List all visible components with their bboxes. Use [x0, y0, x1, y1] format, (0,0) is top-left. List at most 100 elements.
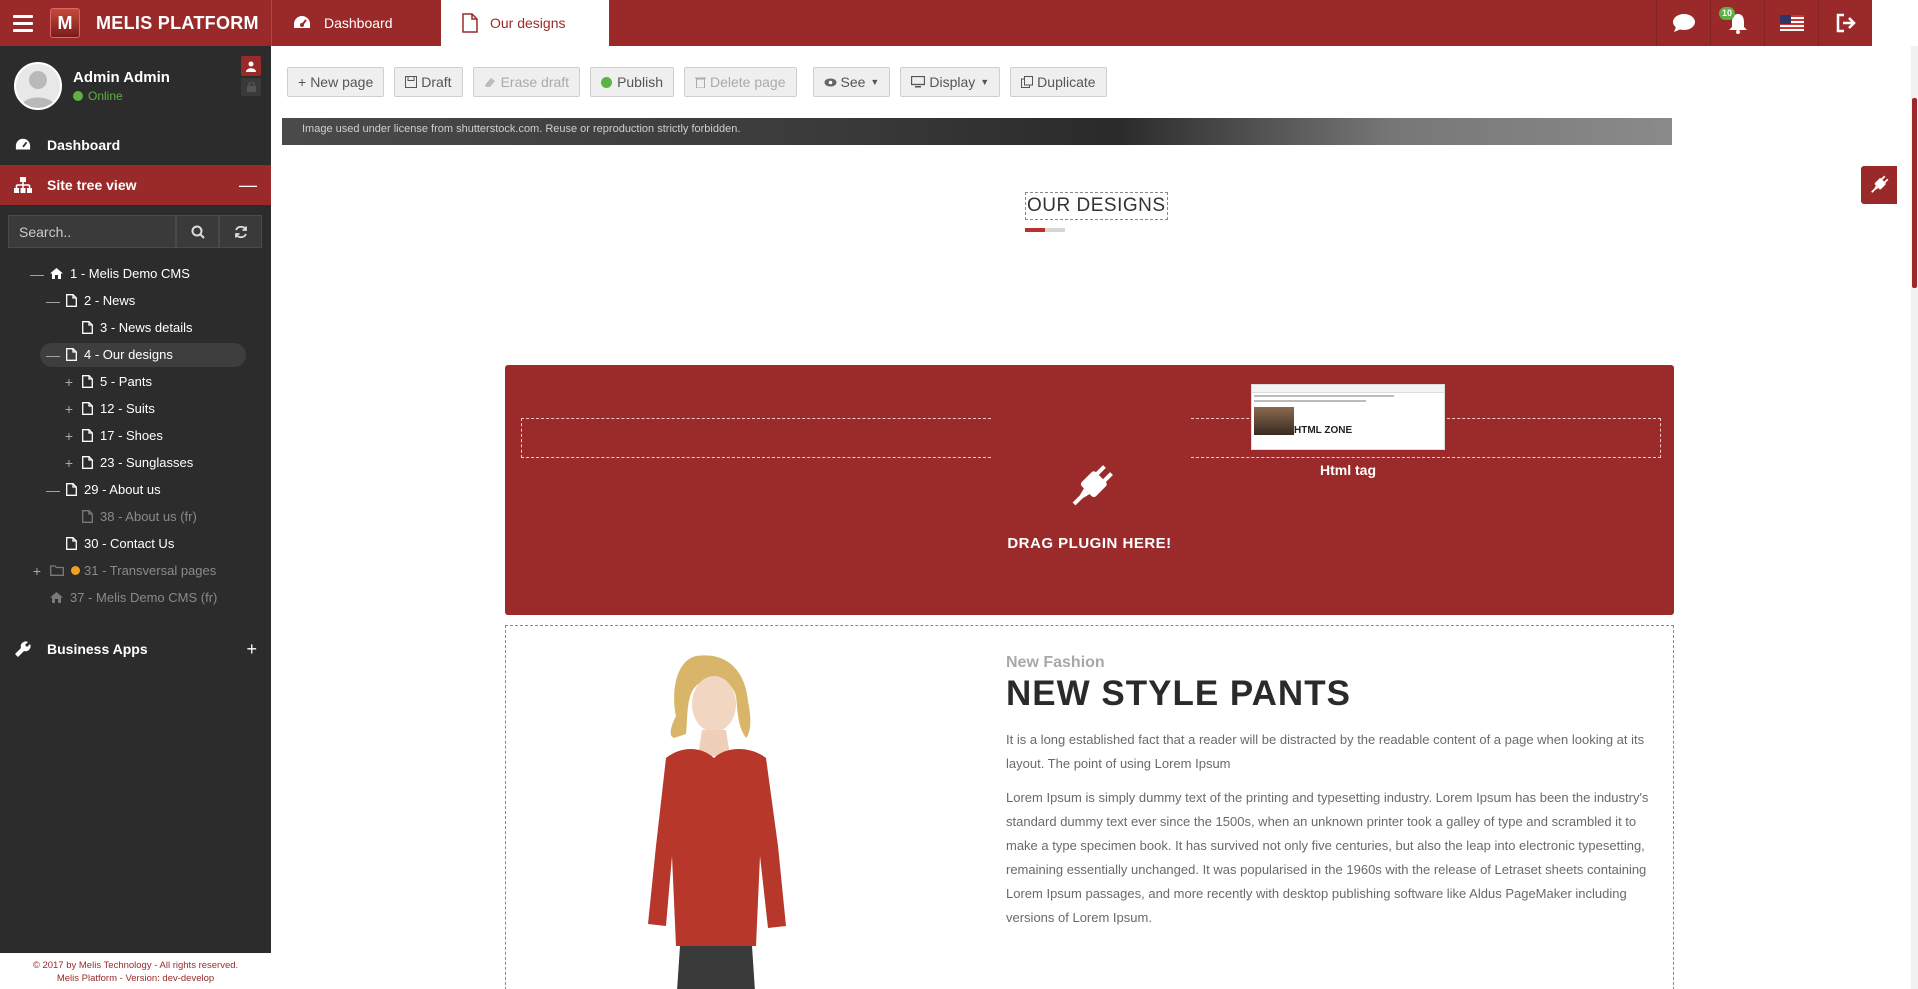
tree-search-input[interactable] — [8, 215, 176, 248]
publish-button[interactable]: Publish — [590, 67, 674, 97]
tree-node[interactable]: +23 - Sunglasses — [0, 449, 271, 476]
page-preview: Image used under license from shuttersto… — [282, 118, 1912, 989]
section-heading[interactable]: OUR DESIGNS — [1025, 192, 1168, 220]
expand-toggle[interactable]: + — [62, 401, 76, 417]
page-icon — [82, 510, 93, 523]
status-dot — [71, 566, 80, 575]
tree-node[interactable]: 37 - Melis Demo CMS (fr) — [0, 584, 271, 611]
html-zone-plugin-thumbnail[interactable]: HTML ZONE — [1251, 384, 1445, 450]
collapse-toggle[interactable]: — — [46, 293, 60, 309]
tree-node-content: 29 - About us — [66, 482, 161, 497]
tree-node-content: 38 - About us (fr) — [82, 509, 197, 524]
erase-draft-label: Erase draft — [500, 74, 570, 90]
tree-node[interactable]: 38 - About us (fr) — [0, 503, 271, 530]
tab-our-designs[interactable]: Our designs — [441, 0, 609, 46]
site-tree: — 1 - Melis Demo CMS — 2 - News 3 - News det… — [0, 260, 271, 611]
language-button[interactable] — [1764, 0, 1818, 46]
hero-credit-text: Image used under license from shuttersto… — [302, 123, 741, 135]
html-tag-label: Html tag — [1320, 462, 1376, 478]
monitor-icon — [911, 76, 926, 88]
menu-toggle-button[interactable] — [0, 0, 46, 46]
delete-page-button[interactable]: Delete page — [683, 67, 797, 97]
home-icon — [50, 268, 63, 279]
new-page-button[interactable]: + New page — [287, 67, 385, 97]
refresh-button[interactable] — [219, 215, 262, 248]
tab-our-designs-label: Our designs — [490, 15, 566, 31]
save-icon — [405, 76, 418, 88]
tree-node[interactable]: +12 - Suits — [0, 395, 271, 422]
home-icon — [50, 592, 63, 603]
see-label: See — [840, 74, 866, 90]
dashboard-icon — [292, 14, 312, 32]
eraser-icon — [484, 76, 497, 88]
sidebar-item-dashboard[interactable]: Dashboard — [0, 125, 271, 165]
tab-dashboard[interactable]: Dashboard — [271, 0, 441, 46]
erase-draft-button[interactable]: Erase draft — [472, 67, 581, 97]
tree-node[interactable]: 3 - News details — [0, 314, 271, 341]
brand[interactable]: M MELIS PLATFORM — [46, 0, 271, 46]
sidebar-item-business-apps[interactable]: Business Apps + — [0, 629, 271, 669]
drop-zone-text: DRAG PLUGIN HERE! — [1007, 535, 1172, 552]
lock-button[interactable] — [241, 78, 261, 96]
caret-down-icon: ▼ — [870, 77, 880, 87]
chat-icon — [1672, 14, 1695, 32]
tree-node[interactable]: — 4 - Our designs — [0, 341, 271, 368]
delete-page-label: Delete page — [709, 74, 786, 90]
tree-node[interactable]: +5 - Pants — [0, 368, 271, 395]
editor-toolbar-thumbnail — [1252, 385, 1444, 393]
expand-toggle[interactable]: + — [62, 455, 76, 471]
topbar-edge — [1872, 0, 1918, 46]
profile-button[interactable] — [241, 56, 261, 76]
plugins-panel-toggle[interactable] — [1861, 166, 1897, 204]
tab-dashboard-label: Dashboard — [324, 15, 393, 31]
tree-search — [8, 215, 263, 248]
expand-toggle[interactable]: + — [62, 428, 76, 444]
avatar[interactable] — [14, 61, 62, 110]
expand-toggle[interactable]: + — [246, 639, 257, 660]
logout-button[interactable] — [1818, 0, 1872, 46]
scrollbar-thumb[interactable] — [1912, 98, 1917, 288]
dashboard-icon — [14, 137, 34, 153]
tree-node-content: 17 - Shoes — [82, 428, 163, 443]
chat-button[interactable] — [1656, 0, 1710, 46]
content-title: NEW STYLE PANTS — [1006, 674, 1351, 713]
notifications-button[interactable]: 10 — [1710, 0, 1764, 46]
page-icon — [82, 429, 93, 442]
new-page-label: New page — [310, 74, 374, 90]
content-block[interactable]: New Fashion NEW STYLE PANTS It is a long… — [505, 625, 1674, 989]
tree-node[interactable]: — 2 - News — [0, 287, 271, 314]
tree-node-label: 31 - Transversal pages — [84, 563, 217, 578]
collapse-toggle[interactable]: — — [46, 482, 60, 498]
sidebar-item-site-tree-view[interactable]: Site tree view — — [0, 165, 271, 205]
tree-node[interactable]: +17 - Shoes — [0, 422, 271, 449]
page-icon — [82, 456, 93, 469]
tree-node[interactable]: +31 - Transversal pages — [0, 557, 271, 584]
display-dropdown[interactable]: Display ▼ — [900, 67, 1001, 97]
tree-node-label: 37 - Melis Demo CMS (fr) — [70, 590, 218, 605]
page-icon — [66, 348, 77, 361]
collapse-toggle[interactable]: — — [239, 175, 257, 196]
page-icon — [82, 375, 93, 388]
brand-logo: M — [50, 8, 80, 38]
tree-node-label: 38 - About us (fr) — [100, 509, 197, 524]
draft-button[interactable]: Draft — [394, 67, 463, 97]
duplicate-label: Duplicate — [1037, 74, 1096, 90]
search-button[interactable] — [176, 215, 219, 248]
expand-toggle[interactable]: + — [30, 563, 44, 579]
collapse-toggle[interactable]: — — [30, 266, 44, 282]
collapse-toggle[interactable]: — — [46, 347, 60, 363]
plugin-drop-zone[interactable]: DRAG PLUGIN HERE! HTML ZONE Html tag — [505, 365, 1674, 615]
page-icon — [66, 483, 77, 496]
page-icon — [82, 321, 93, 334]
logout-icon — [1836, 13, 1856, 33]
tree-node[interactable]: 30 - Contact Us — [0, 530, 271, 557]
tree-node-content: 37 - Melis Demo CMS (fr) — [50, 590, 217, 605]
page-icon — [462, 13, 478, 33]
folder-icon — [50, 565, 64, 576]
duplicate-button[interactable]: Duplicate — [1010, 67, 1107, 97]
expand-toggle[interactable]: + — [62, 374, 76, 390]
sidebar: Admin Admin Online Dashboard Site tree v… — [0, 46, 271, 989]
tree-node[interactable]: — 1 - Melis Demo CMS — [0, 260, 271, 287]
tree-node[interactable]: — 29 - About us — [0, 476, 271, 503]
see-dropdown[interactable]: See ▼ — [812, 67, 891, 97]
